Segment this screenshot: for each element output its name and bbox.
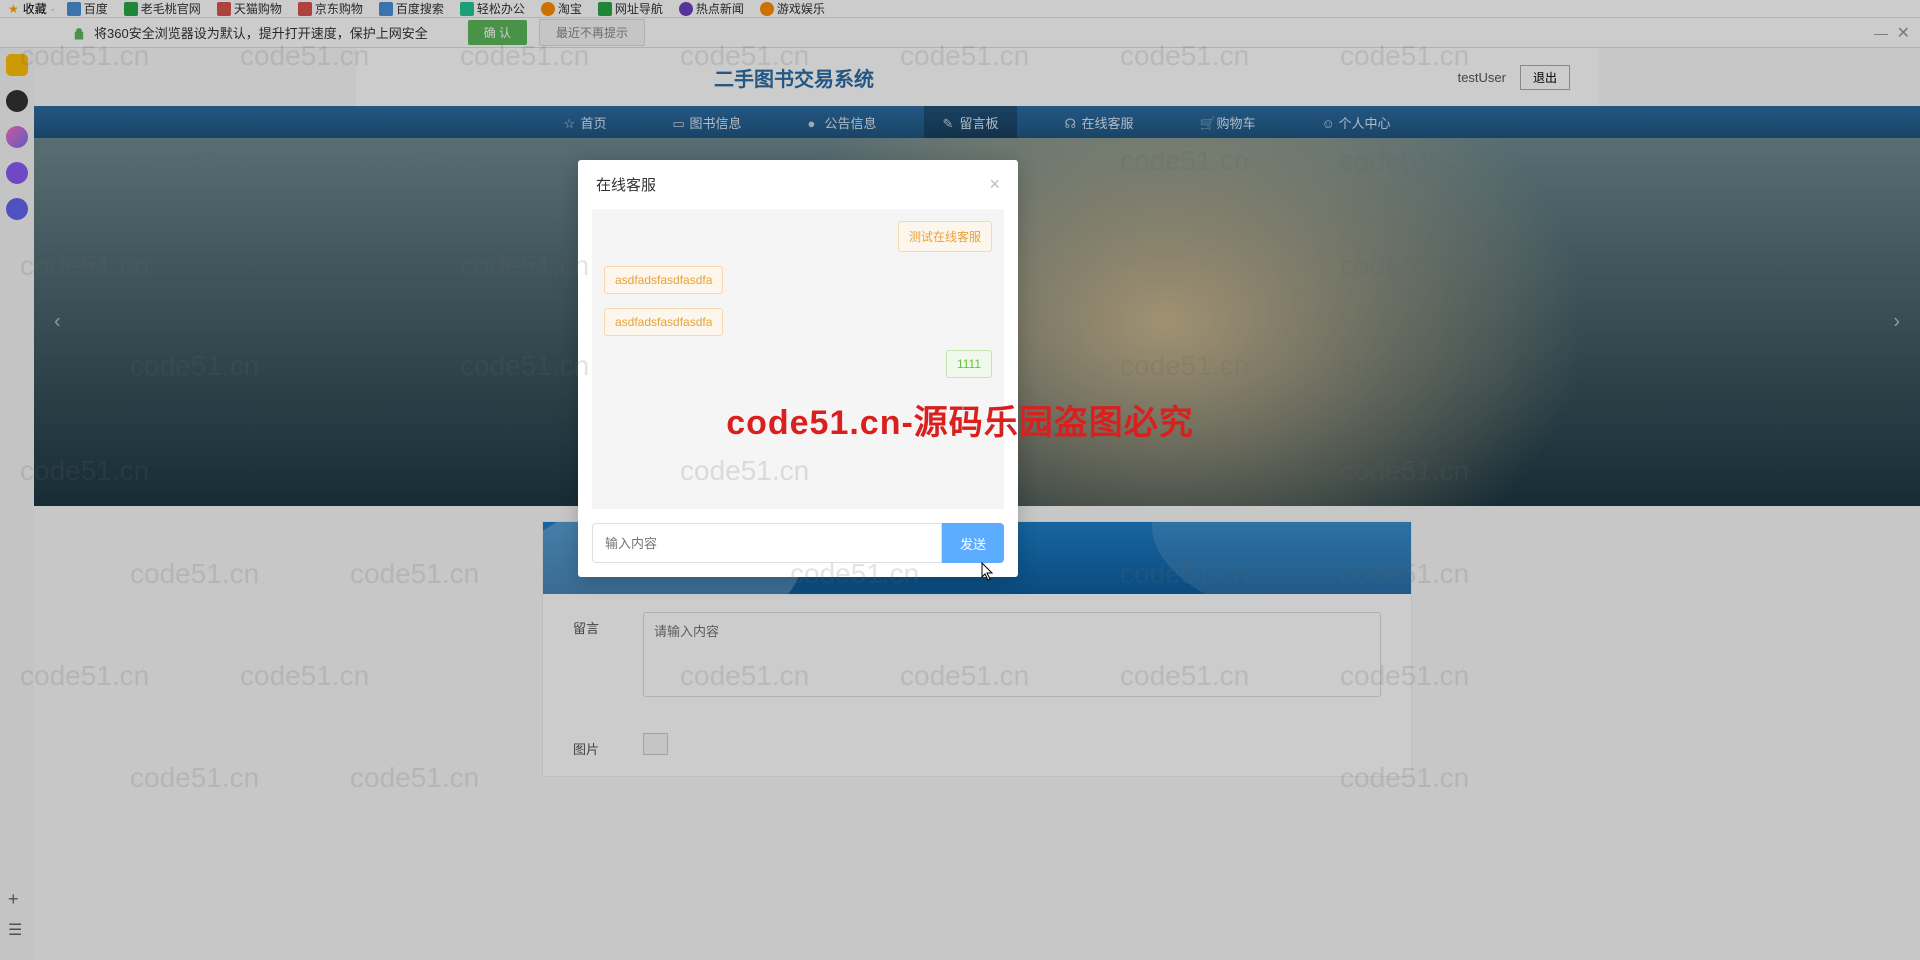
chat-message: asdfadsfasdfasdfa <box>604 308 992 336</box>
modal-title: 在线客服 <box>596 174 656 195</box>
chat-message: 测试在线客服 <box>604 221 992 252</box>
support-modal: 在线客服 × 测试在线客服 asdfadsfasdfasdfa asdfadsf… <box>578 160 1018 577</box>
chat-message: 1111 <box>604 350 992 378</box>
chat-input[interactable] <box>592 523 942 563</box>
send-button[interactable]: 发送 <box>942 523 1004 563</box>
chat-message: asdfadsfasdfasdfa <box>604 266 992 294</box>
chat-body[interactable]: 测试在线客服 asdfadsfasdfasdfa asdfadsfasdfasd… <box>592 209 1004 509</box>
modal-header: 在线客服 × <box>578 160 1018 209</box>
modal-footer: 发送 <box>578 509 1018 577</box>
close-icon[interactable]: × <box>989 174 1000 195</box>
